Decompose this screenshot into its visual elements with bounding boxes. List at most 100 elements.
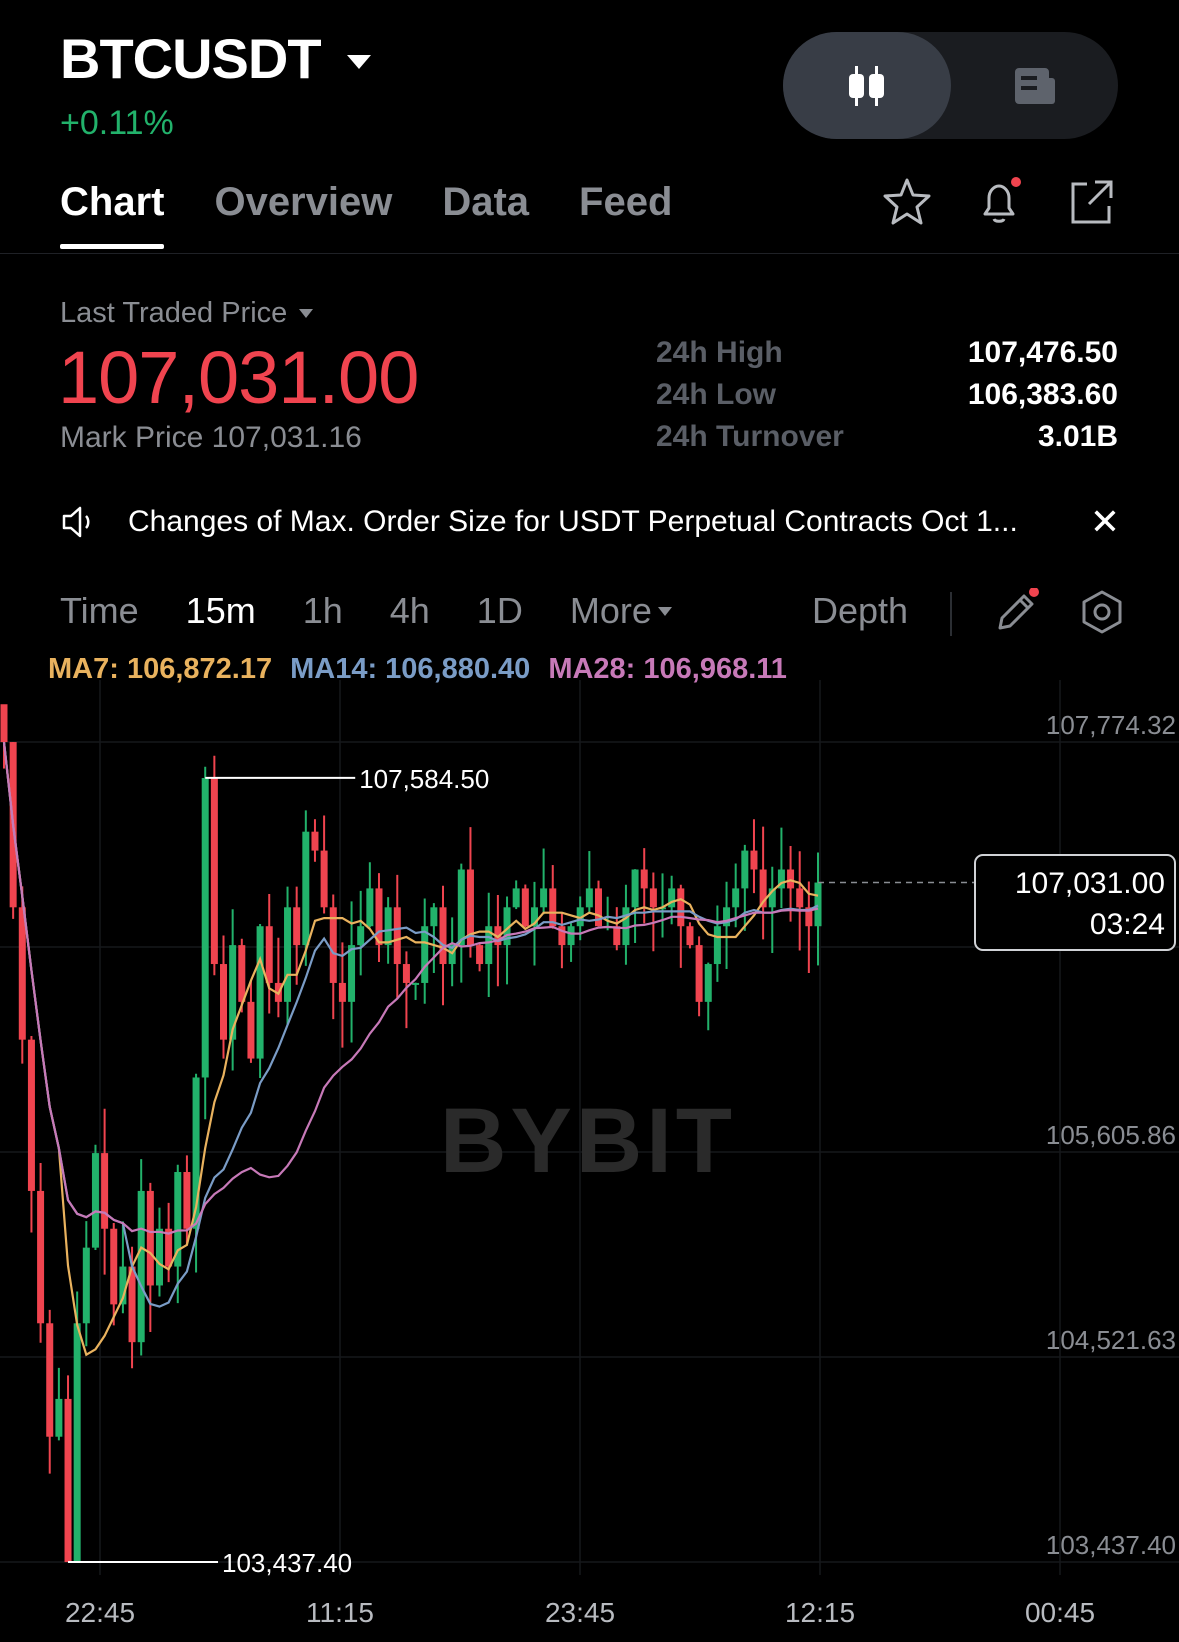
- alert-button[interactable]: [972, 175, 1026, 229]
- candle-body: [247, 1001, 255, 1059]
- candle-body: [787, 869, 795, 889]
- candle-body: [704, 964, 712, 1002]
- x-tick-label: 00:45: [1025, 1597, 1095, 1628]
- interval-time[interactable]: Time: [60, 590, 139, 632]
- settings-icon: [1082, 590, 1122, 634]
- candle-body: [384, 907, 392, 946]
- view-toggle[interactable]: [783, 32, 1118, 139]
- candle-body: [55, 1398, 63, 1437]
- x-tick-label: 11:15: [306, 1597, 374, 1628]
- candle-body: [421, 926, 429, 983]
- candle-body: [695, 945, 703, 1002]
- y-tick-label: 107,774.32: [1046, 710, 1176, 740]
- candle-body: [37, 1190, 45, 1324]
- close-icon[interactable]: ✕: [1090, 501, 1120, 543]
- header-actions: [880, 175, 1118, 229]
- candle-body: [46, 1323, 54, 1437]
- candle-body: [91, 1153, 99, 1248]
- tab-chart[interactable]: Chart: [60, 180, 165, 249]
- symbol-name: BTCUSDT: [60, 27, 322, 90]
- low-marker-label: 103,437.40: [222, 1548, 352, 1578]
- candle-body: [640, 869, 648, 889]
- candle-body: [393, 907, 401, 965]
- candle-body: [549, 888, 557, 927]
- x-tick-label: 23:45: [545, 1597, 615, 1628]
- symbol-selector[interactable]: BTCUSDT: [60, 26, 371, 91]
- stat-24h-high: 24h High 107,476.50: [656, 336, 1118, 378]
- stat-label: 24h Low: [656, 378, 777, 411]
- candle-body: [412, 982, 420, 985]
- candle-body: [430, 907, 438, 927]
- tabs-divider: [0, 253, 1179, 254]
- candle-body: [613, 926, 621, 946]
- high-marker-label: 107,584.50: [359, 764, 489, 794]
- interval-more-label: More: [569, 590, 652, 631]
- favorite-button[interactable]: [880, 175, 934, 229]
- candle-body: [732, 888, 740, 908]
- chevron-down-icon: [657, 606, 672, 616]
- candle-body: [814, 882, 822, 927]
- tab-overview[interactable]: Overview: [214, 180, 392, 249]
- candle-body: [622, 907, 630, 946]
- candle-body: [82, 1247, 90, 1324]
- chevron-down-icon: [299, 309, 314, 318]
- candle-body: [302, 831, 310, 946]
- stat-label: 24h Turnover: [656, 420, 844, 453]
- candle-body: [402, 964, 410, 983]
- tab-feed[interactable]: Feed: [579, 180, 672, 249]
- candle-body: [677, 888, 685, 927]
- stat-24h-turnover: 24h Turnover 3.01B: [656, 420, 1118, 462]
- stat-value: 107,476.50: [967, 336, 1118, 369]
- candle-body: [146, 1190, 154, 1286]
- candle-body: [210, 777, 218, 965]
- price-chart[interactable]: 107,774.32106,690.09105,605.86104,521.63…: [0, 680, 1179, 1642]
- interval-1d[interactable]: 1D: [477, 590, 523, 632]
- chevron-down-icon: [346, 54, 371, 69]
- interval-1h[interactable]: 1h: [303, 590, 343, 632]
- candle-body: [585, 888, 593, 908]
- candle-body: [238, 945, 246, 1002]
- announcement-banner[interactable]: Changes of Max. Order Size for USDT Perp…: [60, 498, 1120, 546]
- news-view-button[interactable]: [951, 32, 1118, 139]
- stat-label: 24h High: [656, 336, 783, 369]
- candle-body: [137, 1190, 145, 1343]
- candle-body: [338, 982, 346, 1002]
- candle-body: [750, 850, 758, 870]
- candle-body: [320, 850, 328, 908]
- main-tabs: Chart Overview Data Feed: [60, 180, 672, 249]
- interval-15m[interactable]: 15m: [186, 590, 256, 632]
- depth-button[interactable]: Depth: [812, 590, 908, 632]
- draw-button[interactable]: [988, 584, 1044, 640]
- ma14-line: [2, 741, 819, 1308]
- interval-4h[interactable]: 4h: [390, 590, 430, 632]
- candle-body: [73, 1323, 81, 1563]
- candle-body: [631, 869, 639, 908]
- share-button[interactable]: [1064, 175, 1118, 229]
- candle-body: [521, 888, 529, 927]
- pencil-icon: [998, 588, 1039, 630]
- price-change: +0.11%: [60, 104, 174, 142]
- candle-body: [110, 1228, 118, 1305]
- bybit-watermark: BYBIT: [440, 1090, 736, 1192]
- candle-body: [293, 907, 301, 946]
- candlestick-view-button[interactable]: [783, 32, 951, 139]
- candle-body: [220, 964, 228, 1040]
- chart-settings-button[interactable]: [1074, 584, 1130, 640]
- interval-more[interactable]: More: [570, 590, 672, 632]
- last-price-label: Last Traded Price: [60, 297, 288, 329]
- y-tick-label: 103,437.40: [1046, 1530, 1176, 1560]
- star-icon: [883, 178, 931, 225]
- ma7-line: [2, 741, 819, 1357]
- current-price-label: 107,031.00: [1015, 867, 1165, 900]
- stat-value: 106,383.60: [967, 378, 1118, 411]
- last-price-selector[interactable]: Last Traded Price: [60, 297, 314, 330]
- candle-body: [457, 869, 465, 946]
- candle-body: [357, 926, 365, 946]
- tab-data[interactable]: Data: [442, 180, 529, 249]
- countdown-label: 03:24: [1090, 908, 1165, 941]
- candle-body: [311, 831, 319, 851]
- candle-body: [284, 907, 292, 1002]
- candle-body: [741, 850, 749, 889]
- candle-body: [0, 704, 8, 743]
- candle-body: [201, 777, 209, 1078]
